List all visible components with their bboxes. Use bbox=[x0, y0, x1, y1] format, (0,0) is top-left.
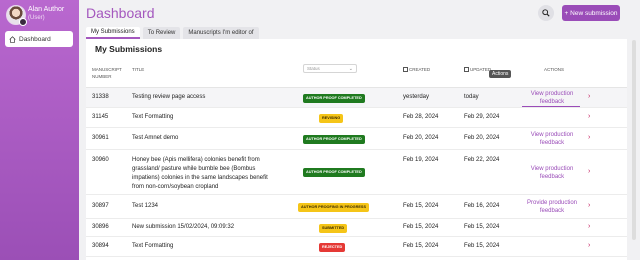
manuscript-number: 30894 bbox=[92, 243, 109, 249]
manuscript-number: 30960 bbox=[92, 157, 109, 163]
table-header: Manuscript Number Title Status ⌄ Created… bbox=[86, 64, 627, 88]
user-name: Alan Author bbox=[28, 6, 65, 13]
page-title: Dashboard bbox=[86, 5, 155, 21]
status-badge: AUTHOR PROOF COMPLETED bbox=[303, 168, 365, 177]
chevron-right-icon[interactable]: › bbox=[588, 113, 590, 120]
sidebar-item-dashboard[interactable]: Dashboard bbox=[5, 31, 73, 47]
tab-to-review[interactable]: To Review bbox=[142, 27, 181, 39]
manuscript-title[interactable]: Text Formatting bbox=[132, 242, 272, 251]
actions-tooltip: Actions bbox=[489, 70, 512, 78]
updated-date: Feb 29, 2024 bbox=[464, 114, 500, 120]
search-icon bbox=[542, 9, 550, 17]
link-underline bbox=[522, 106, 580, 107]
chevron-right-icon[interactable]: › bbox=[588, 223, 590, 230]
header-created[interactable]: Created bbox=[403, 66, 430, 73]
table-row[interactable]: 30897 Test 1234 AUTHOR PROOFING IN PROGR… bbox=[86, 195, 627, 219]
status-badge: REVISING bbox=[319, 113, 344, 123]
manuscript-title[interactable]: New submission 15/02/2024, 09:09:32 bbox=[132, 223, 272, 232]
manuscript-number: 30961 bbox=[92, 135, 109, 141]
manuscript-number: 31338 bbox=[92, 94, 109, 100]
sidebar: Alan Author (User) Dashboard bbox=[0, 0, 79, 260]
created-date: Feb 15, 2024 bbox=[403, 203, 439, 209]
header-updated[interactable]: Updated bbox=[464, 66, 491, 73]
table-row[interactable]: 30961 Test Amnet demo AUTHOR PROOF COMPL… bbox=[86, 128, 627, 150]
created-date: Feb 19, 2024 bbox=[403, 157, 439, 163]
status-badge: AUTHOR PROOF COMPLETED bbox=[303, 134, 365, 144]
manuscript-title[interactable]: Test 1234 bbox=[132, 202, 272, 211]
card-title: My Submissions bbox=[95, 44, 163, 54]
user-profile[interactable]: Alan Author (User) bbox=[6, 5, 78, 27]
home-icon bbox=[9, 35, 16, 43]
status-badge: AUTHOR PROOF COMPLETED bbox=[303, 93, 365, 103]
chevron-right-icon[interactable]: › bbox=[588, 202, 590, 209]
chevron-right-icon[interactable]: › bbox=[588, 93, 590, 100]
header-title[interactable]: Title bbox=[132, 66, 144, 73]
header-manuscript-number[interactable]: Manuscript Number bbox=[92, 66, 132, 80]
new-submission-button[interactable]: + New submission bbox=[562, 5, 620, 21]
status-badge: REJECTED bbox=[319, 242, 346, 252]
created-date: Feb 15, 2024 bbox=[403, 224, 439, 230]
tab-my-submissions[interactable]: My Submissions bbox=[86, 27, 140, 39]
manuscript-title[interactable]: Text Formatting bbox=[132, 113, 272, 122]
scrollbar[interactable] bbox=[632, 40, 636, 240]
header-created-label: Created bbox=[409, 67, 431, 72]
status-badge: SUBMITTED bbox=[319, 223, 348, 233]
production-feedback-link[interactable]: View production feedback bbox=[520, 165, 584, 181]
created-date: Feb 20, 2024 bbox=[403, 135, 439, 141]
manuscript-number: 30897 bbox=[92, 203, 109, 209]
manuscript-number: 30896 bbox=[92, 224, 109, 230]
search-button[interactable] bbox=[538, 5, 554, 21]
status-dot-icon bbox=[19, 18, 27, 26]
chevron-right-icon[interactable]: › bbox=[588, 168, 590, 175]
tab-editor-manuscripts[interactable]: Manuscripts I'm editor of bbox=[183, 27, 259, 39]
table-row[interactable]: 30896 New submission 15/02/2024, 09:09:3… bbox=[86, 219, 627, 237]
created-date: Feb 28, 2024 bbox=[403, 114, 439, 120]
calendar-icon bbox=[464, 67, 469, 72]
status-filter-select[interactable]: Status ⌄ bbox=[303, 64, 357, 73]
chevron-right-icon[interactable]: › bbox=[588, 134, 590, 141]
manuscript-title[interactable]: Testing review page access bbox=[132, 93, 272, 102]
manuscript-title[interactable]: Honey bee (Apis mellifera) colonies bene… bbox=[132, 156, 272, 192]
production-feedback-link[interactable]: View production feedback bbox=[520, 90, 584, 106]
updated-date: Feb 20, 2024 bbox=[464, 135, 500, 141]
tab-bar: My Submissions To Review Manuscripts I'm… bbox=[86, 27, 259, 39]
created-date: yesterday bbox=[403, 94, 430, 100]
manuscript-number: 31145 bbox=[92, 114, 109, 120]
status-badge: AUTHOR PROOFING IN PROGRESS bbox=[298, 202, 369, 212]
table-row[interactable]: 30894 Text Formatting REJECTED Feb 15, 2… bbox=[86, 237, 627, 257]
production-feedback-link[interactable]: Provide production feedback bbox=[520, 199, 584, 215]
updated-date: Feb 16, 2024 bbox=[464, 203, 500, 209]
production-feedback-link[interactable]: View production feedback bbox=[520, 131, 584, 147]
user-role: (User) bbox=[28, 15, 45, 21]
table-row[interactable]: 31145 Text Formatting REVISING Feb 28, 2… bbox=[86, 108, 627, 128]
created-date: Feb 15, 2024 bbox=[403, 243, 439, 249]
calendar-icon bbox=[403, 67, 408, 72]
table-row[interactable]: 31338 Testing review page access AUTHOR … bbox=[86, 88, 627, 108]
sidebar-item-label: Dashboard bbox=[19, 35, 51, 43]
submissions-card: My Submissions Manuscript Number Title S… bbox=[86, 39, 627, 260]
chevron-down-icon: ⌄ bbox=[348, 66, 353, 72]
updated-date: today bbox=[464, 94, 479, 100]
updated-date: Feb 22, 2024 bbox=[464, 157, 500, 163]
header-actions: Actions bbox=[544, 67, 565, 72]
header-updated-label: Updated bbox=[470, 67, 492, 72]
chevron-right-icon[interactable]: › bbox=[588, 242, 590, 249]
table-row[interactable]: 30960 Honey bee (Apis mellifera) colonie… bbox=[86, 150, 627, 195]
updated-date: Feb 15, 2024 bbox=[464, 243, 500, 249]
manuscript-title[interactable]: Test Amnet demo bbox=[132, 134, 272, 143]
updated-date: Feb 15, 2024 bbox=[464, 224, 500, 230]
status-filter-label: Status bbox=[307, 66, 320, 71]
